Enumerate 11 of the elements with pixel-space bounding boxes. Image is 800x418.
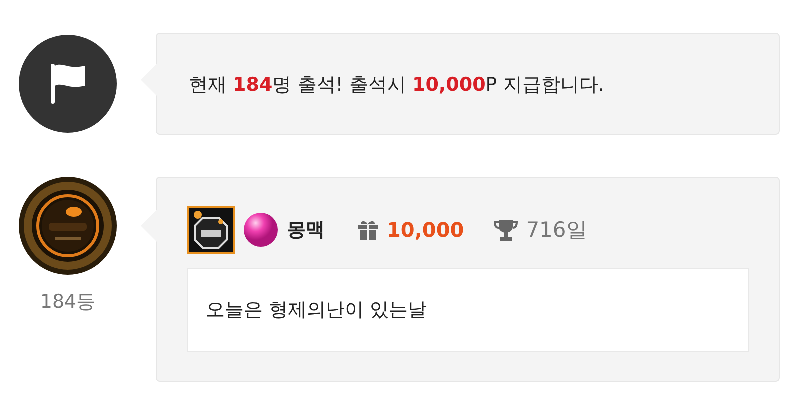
points-value: 10,000 <box>387 218 464 242</box>
attendance-days: 716일 <box>526 216 588 244</box>
notice-text: 현재 184명 출석! 출석시 10,000P 지급합니다. <box>188 73 606 98</box>
rank-label: 184등 <box>40 290 96 315</box>
trophy-icon <box>494 219 518 241</box>
level-badge-icon <box>187 206 235 254</box>
message-text: 오늘은 형제의난이 있는날 <box>187 268 749 352</box>
gem-icon <box>243 212 279 248</box>
gift-icon <box>357 220 379 240</box>
nickname: 몽맥 <box>287 218 325 243</box>
flag-icon <box>49 62 87 106</box>
